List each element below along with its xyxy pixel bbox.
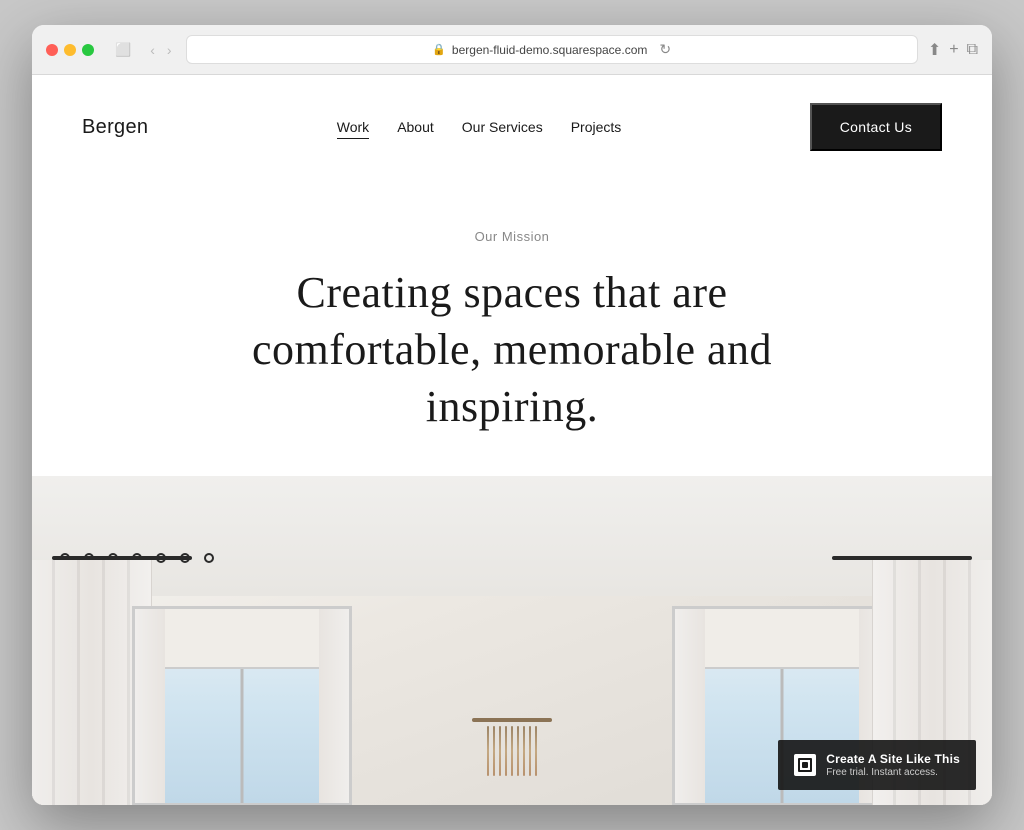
curtain-fold [52,560,55,805]
squarespace-logo-icon [794,754,816,776]
browser-actions: ⬆ + ⧉ [928,40,978,60]
macrame-string [517,726,519,776]
window-blind-left [135,609,349,669]
macrame-string [493,726,495,776]
url-text: bergen-fluid-demo.squarespace.com [452,43,647,57]
window-left [132,606,352,805]
new-tab-icon[interactable]: + [949,41,958,59]
refresh-button[interactable]: ↻ [659,41,671,58]
macrame-bar [472,718,552,722]
curtain-ring [204,553,214,563]
site-navigation: Bergen Work About Our Services Projects … [32,75,992,179]
macrame-string [523,726,525,776]
squarespace-badge[interactable]: Create A Site Like This Free trial. Inst… [778,740,976,790]
ss-logo-inner [798,758,812,772]
badge-title: Create A Site Like This [826,752,960,766]
badge-subtitle: Free trial. Instant access. [826,767,960,778]
window-curtain-right [319,609,349,803]
window-curtain-left [675,609,705,803]
share-icon[interactable]: ⬆ [928,40,941,60]
nav-link-about[interactable]: About [397,119,434,135]
macrame-string [499,726,501,776]
macrame-string [529,726,531,776]
address-bar[interactable]: 🔒 bergen-fluid-demo.squarespace.com ↻ [186,35,918,64]
website-content: Bergen Work About Our Services Projects … [32,75,992,805]
nav-link-services[interactable]: Our Services [462,119,543,135]
room-image: Create A Site Like This Free trial. Inst… [32,476,992,805]
room-image-section: Create A Site Like This Free trial. Inst… [32,476,992,805]
nav-links: Work About Our Services Projects [337,119,622,135]
site-logo[interactable]: Bergen [82,116,148,139]
macrame-string [535,726,537,776]
sidebar-toggle-icon[interactable]: ⬜ [110,40,136,60]
hero-headline: Creating spaces that are comfortable, me… [252,264,772,436]
browser-window: ⬜ ‹ › 🔒 bergen-fluid-demo.squarespace.co… [32,25,992,805]
back-button[interactable]: ‹ [146,40,159,60]
macrame-decoration [472,718,552,776]
hero-section: Our Mission Creating spaces that are com… [32,179,992,476]
curtain-ring [156,553,166,563]
browser-chrome: ⬜ ‹ › 🔒 bergen-fluid-demo.squarespace.co… [32,25,992,75]
squarespace-badge-text: Create A Site Like This Free trial. Inst… [826,752,960,778]
room-scene: Create A Site Like This Free trial. Inst… [32,476,992,805]
macrame-string [511,726,513,776]
forward-button[interactable]: › [163,40,176,60]
curtain-ring [180,553,190,563]
dot-red[interactable] [46,44,58,56]
browser-dots [46,44,94,56]
macrame-string [505,726,507,776]
curtain-fold [77,560,80,805]
curtain-fold [127,560,130,805]
macrame-strings [487,726,537,776]
window-curtain-left [135,609,165,803]
dot-yellow[interactable] [64,44,76,56]
macrame-string [487,726,489,776]
browser-nav: ‹ › [146,40,175,60]
duplicate-icon[interactable]: ⧉ [967,41,978,59]
lock-icon: 🔒 [432,43,446,56]
curtain-fold [102,560,105,805]
browser-controls: ⬜ [110,40,136,60]
contact-us-button[interactable]: Contact Us [810,103,942,151]
nav-link-work[interactable]: Work [337,119,369,135]
nav-link-projects[interactable]: Projects [571,119,622,135]
dot-green[interactable] [82,44,94,56]
mission-label: Our Mission [52,229,972,244]
